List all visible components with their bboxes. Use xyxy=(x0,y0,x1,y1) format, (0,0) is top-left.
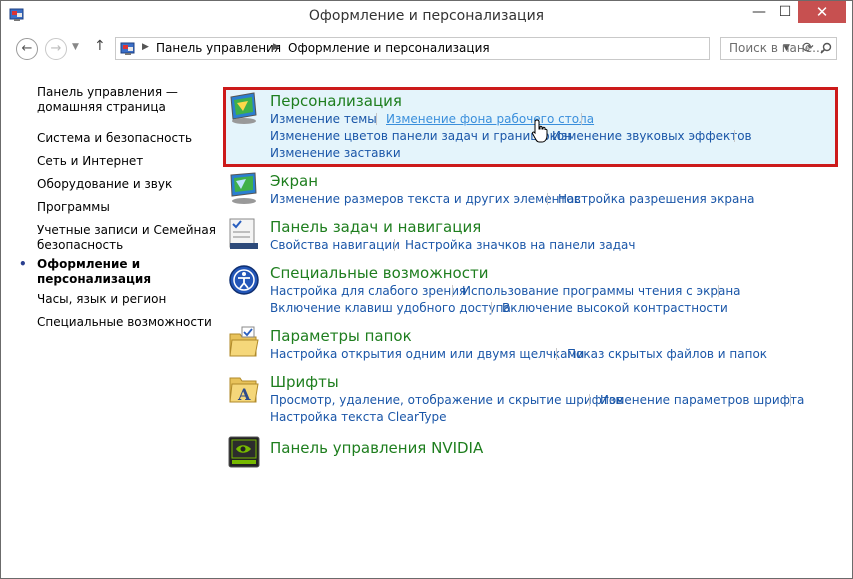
category-fonts-title[interactable]: Шрифты xyxy=(270,373,339,391)
category-display-title[interactable]: Экран xyxy=(270,172,318,190)
search-placeholder: Поиск в пане... xyxy=(729,41,824,55)
sidebar-item-appearance[interactable]: • Оформление и персонализация xyxy=(19,257,152,287)
link-separator xyxy=(491,302,492,314)
forward-arrow-icon: → xyxy=(50,41,62,56)
navigation-bar: ← → ▼ ↑ ▶ Панель управления ▶ Оформление… xyxy=(1,31,852,67)
link-single-double-click[interactable]: Настройка открытия одним или двумя щелчк… xyxy=(270,347,584,361)
close-button[interactable]: ✕ xyxy=(798,1,846,23)
current-page-bullet-icon: • xyxy=(19,257,27,271)
svg-text:A: A xyxy=(237,385,251,404)
sidebar-item-home[interactable]: Панель управления — домашняя страница xyxy=(37,85,178,115)
category-personalization-title[interactable]: Персонализация xyxy=(270,92,402,110)
breadcrumb-appearance[interactable]: Оформление и персонализация xyxy=(288,41,490,55)
link-font-settings[interactable]: Изменение параметров шрифта xyxy=(600,393,804,407)
link-change-theme[interactable]: Изменение темы xyxy=(270,112,377,126)
breadcrumb-separator-icon[interactable]: ▶ xyxy=(142,42,149,52)
search-icon[interactable] xyxy=(820,42,832,54)
link-separator xyxy=(547,193,548,205)
sidebar-item-clock-region[interactable]: Часы, язык и регион xyxy=(37,292,166,307)
search-box[interactable]: Поиск в пане... xyxy=(720,37,837,60)
link-separator xyxy=(581,113,582,125)
sidebar-item-label: Панель управления — xyxy=(37,85,178,99)
title-bar[interactable]: Оформление и персонализация — ☐ ✕ xyxy=(1,1,852,31)
link-preview-delete-fonts[interactable]: Просмотр, удаление, отображение и скрыти… xyxy=(270,393,623,407)
control-panel-location-icon xyxy=(120,42,135,55)
ease-of-access-icon[interactable] xyxy=(228,263,260,297)
breadcrumb-control-panel[interactable]: Панель управления xyxy=(156,41,281,55)
forward-button[interactable]: → xyxy=(45,38,67,60)
sidebar-item-label: персонализация xyxy=(37,272,152,286)
folder-options-icon[interactable] xyxy=(228,326,260,360)
sidebar-item-ease-of-access[interactable]: Специальные возможности xyxy=(37,315,212,330)
maximize-button[interactable]: ☐ xyxy=(772,1,798,23)
display-icon[interactable] xyxy=(228,171,260,205)
link-change-sound-effects[interactable]: Изменение звуковых эффектов xyxy=(552,129,752,143)
breadcrumb-separator-icon[interactable]: ▶ xyxy=(273,42,280,52)
link-screen-resolution[interactable]: Настройка разрешения экрана xyxy=(558,192,755,206)
nvidia-control-panel-icon[interactable] xyxy=(228,435,260,469)
link-change-taskbar-colors[interactable]: Изменение цветов панели задач и границ о… xyxy=(270,129,572,143)
link-navigation-properties[interactable]: Свойства навигации xyxy=(270,238,400,252)
link-separator xyxy=(790,394,791,406)
back-arrow-icon: ← xyxy=(21,41,33,56)
link-separator xyxy=(718,285,719,297)
link-show-hidden-files[interactable]: Показ скрытых файлов и папок xyxy=(567,347,767,361)
minimize-button[interactable]: — xyxy=(746,1,772,23)
category-nvidia-title[interactable]: Панель управления NVIDIA xyxy=(270,439,483,457)
back-button[interactable]: ← xyxy=(16,38,38,60)
sidebar-item-network[interactable]: Сеть и Интернет xyxy=(37,154,143,169)
link-change-text-size[interactable]: Изменение размеров текста и других элеме… xyxy=(270,192,581,206)
link-sticky-keys[interactable]: Включение клавиш удобного доступа xyxy=(270,301,511,315)
category-taskbar-title[interactable]: Панель задач и навигация xyxy=(270,218,481,236)
link-low-vision[interactable]: Настройка для слабого зрения xyxy=(270,284,466,298)
link-high-contrast[interactable]: Включение высокой контрастности xyxy=(502,301,728,315)
link-separator xyxy=(452,285,453,297)
category-folder-options-title[interactable]: Параметры папок xyxy=(270,327,412,345)
taskbar-navigation-icon[interactable] xyxy=(228,217,260,251)
link-separator xyxy=(394,239,395,251)
link-separator xyxy=(589,394,590,406)
sidebar-item-label: домашняя страница xyxy=(37,100,166,114)
sidebar-item-user-accounts[interactable]: Учетные записи и Семейная безопасность xyxy=(37,223,216,253)
link-taskbar-icons[interactable]: Настройка значков на панели задач xyxy=(405,238,635,252)
personalization-icon[interactable] xyxy=(228,91,260,125)
sidebar-item-programs[interactable]: Программы xyxy=(37,200,110,215)
sidebar-item-system-security[interactable]: Система и безопасность xyxy=(37,131,192,146)
link-separator xyxy=(734,130,735,142)
sidebar-item-hardware-sound[interactable]: Оборудование и звук xyxy=(37,177,172,192)
link-change-screensaver[interactable]: Изменение заставки xyxy=(270,146,401,160)
category-ease-of-access-title[interactable]: Специальные возможности xyxy=(270,264,488,282)
sidebar-item-label: безопасность xyxy=(37,238,124,252)
recent-locations-dropdown-icon[interactable]: ▼ xyxy=(72,42,79,52)
hand-pointer-cursor-icon xyxy=(531,119,548,143)
window-title: Оформление и персонализация xyxy=(308,8,545,24)
link-screen-reader[interactable]: Использование программы чтения с экрана xyxy=(462,284,741,298)
link-separator xyxy=(376,113,377,125)
control-panel-window: Оформление и персонализация — ☐ ✕ ← → ▼ … xyxy=(0,0,853,579)
address-bar[interactable]: ▶ Панель управления ▶ Оформление и персо… xyxy=(115,37,814,60)
link-separator xyxy=(556,348,557,360)
up-level-button[interactable]: ↑ xyxy=(94,38,106,54)
link-change-desktop-background[interactable]: Изменение фона рабочего стола xyxy=(386,112,594,126)
fonts-folder-icon[interactable]: A xyxy=(228,372,260,406)
sidebar-item-label: Учетные записи и Семейная xyxy=(37,223,216,237)
link-cleartype[interactable]: Настройка текста ClearType xyxy=(270,410,446,424)
sidebar-item-label: Оформление и xyxy=(37,257,141,271)
